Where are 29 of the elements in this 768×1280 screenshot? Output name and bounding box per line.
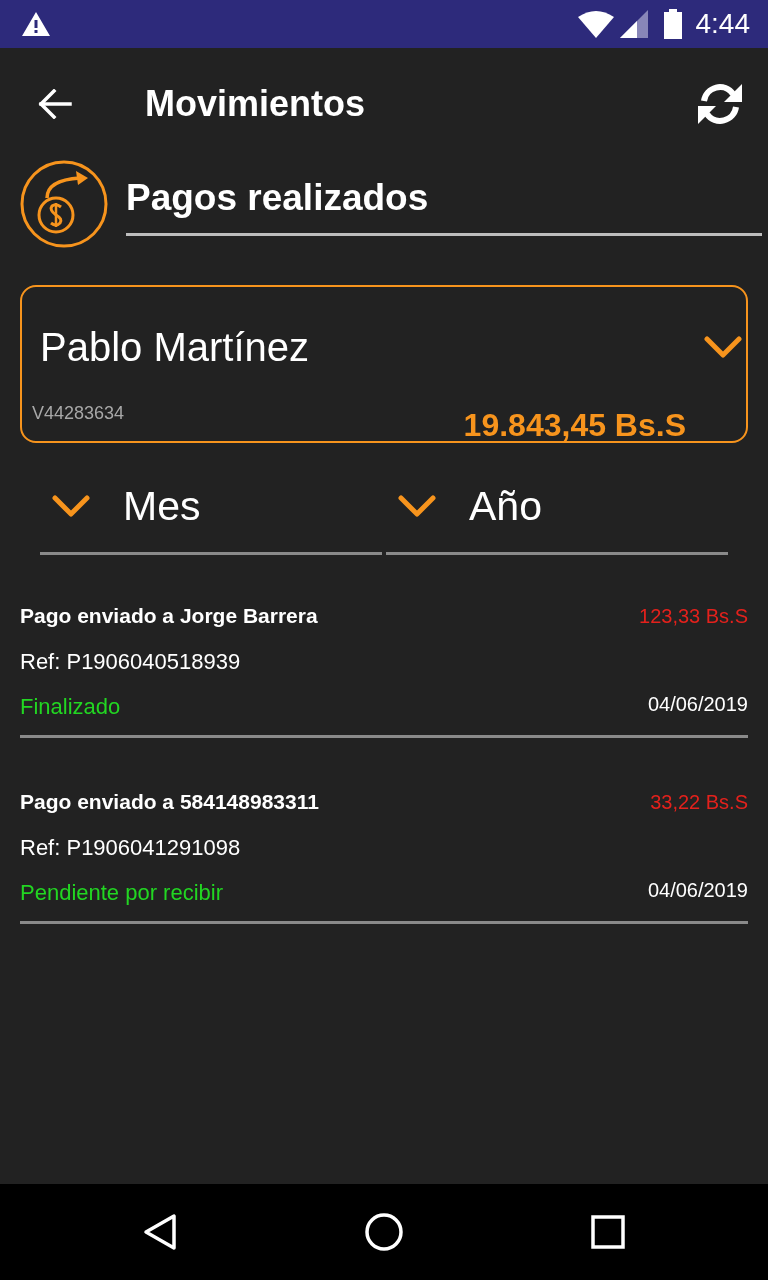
- transaction-status: Finalizado: [20, 693, 121, 721]
- warning-icon: [22, 12, 50, 36]
- account-selector[interactable]: Pablo Martínez V44283634 19.843,45 Bs.S: [20, 285, 748, 443]
- chevron-down-icon: [52, 495, 90, 517]
- wifi-icon: [577, 10, 614, 38]
- account-balance: 19.843,45 Bs.S: [463, 409, 686, 441]
- screen-title: Movimientos: [145, 82, 367, 126]
- back-icon[interactable]: [143, 1213, 177, 1251]
- transaction-reference: Ref: P1906040518939: [20, 648, 242, 676]
- transaction-date: 04/06/2019: [647, 878, 748, 902]
- circle-icon[interactable]: [365, 1213, 403, 1251]
- chevron-down-icon: [704, 336, 742, 358]
- account-id: V44283634: [32, 402, 125, 424]
- chevron-down-icon: [398, 495, 436, 517]
- filter-dropdown[interactable]: Mes: [40, 460, 382, 555]
- status-time: 4:44: [695, 8, 750, 40]
- section-title: Pagos realizados: [126, 177, 762, 236]
- transaction-reference: Ref: P1906041291098: [20, 834, 242, 862]
- transaction-amount: 33,22 Bs.S: [650, 790, 748, 815]
- transaction-title: Pago enviado a 584148983311: [20, 789, 319, 815]
- filter-dropdown[interactable]: Año: [386, 460, 728, 555]
- transaction-title: Pago enviado a Jorge Barrera: [20, 603, 318, 629]
- battery-icon: [663, 9, 682, 39]
- transaction-date: 04/06/2019: [647, 692, 748, 716]
- account-name: Pablo Martínez: [40, 324, 311, 371]
- transaction-amount: 123,33 Bs.S: [639, 604, 748, 629]
- square-icon[interactable]: [591, 1215, 625, 1249]
- signal-icon: [619, 10, 648, 38]
- transaction-status: Pendiente por recibir: [20, 879, 223, 907]
